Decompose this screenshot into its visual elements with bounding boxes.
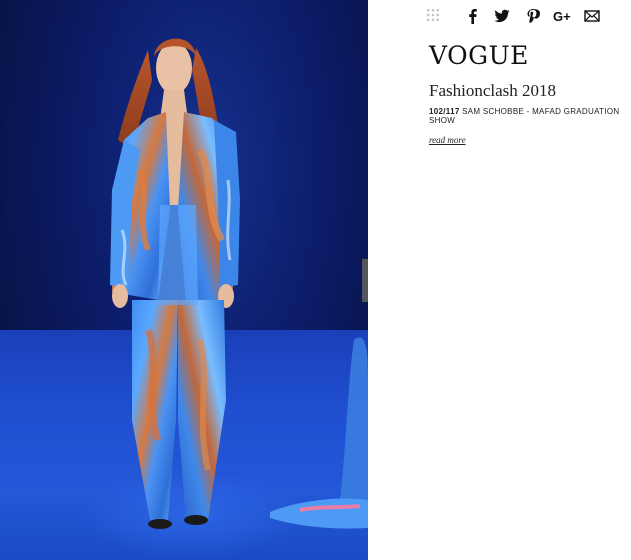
gallery-title: Fashionclash 2018 — [429, 81, 557, 100]
vogue-logo[interactable]: VOGUE — [429, 43, 529, 68]
grid-icon[interactable] — [427, 8, 443, 24]
runway-photo — [0, 0, 368, 560]
model-illustration — [110, 38, 368, 529]
google-plus-icon[interactable]: G+ — [553, 8, 572, 24]
info-panel: G+ VOGUE Fashionclash 2018 102/117 SAM S… — [368, 0, 631, 560]
read-more-link[interactable]: read more — [429, 135, 466, 145]
pinterest-icon[interactable] — [525, 8, 541, 24]
photo-counter: 102/117 — [429, 107, 460, 116]
twitter-icon[interactable] — [494, 8, 510, 24]
share-bar: G+ — [368, 0, 631, 32]
mail-icon[interactable] — [584, 8, 600, 24]
facebook-icon[interactable] — [465, 8, 481, 24]
svg-text:G+: G+ — [553, 9, 571, 24]
photo-caption: 102/117 SAM SCHOBBE - MAFAD GRADUATION S… — [429, 107, 631, 125]
